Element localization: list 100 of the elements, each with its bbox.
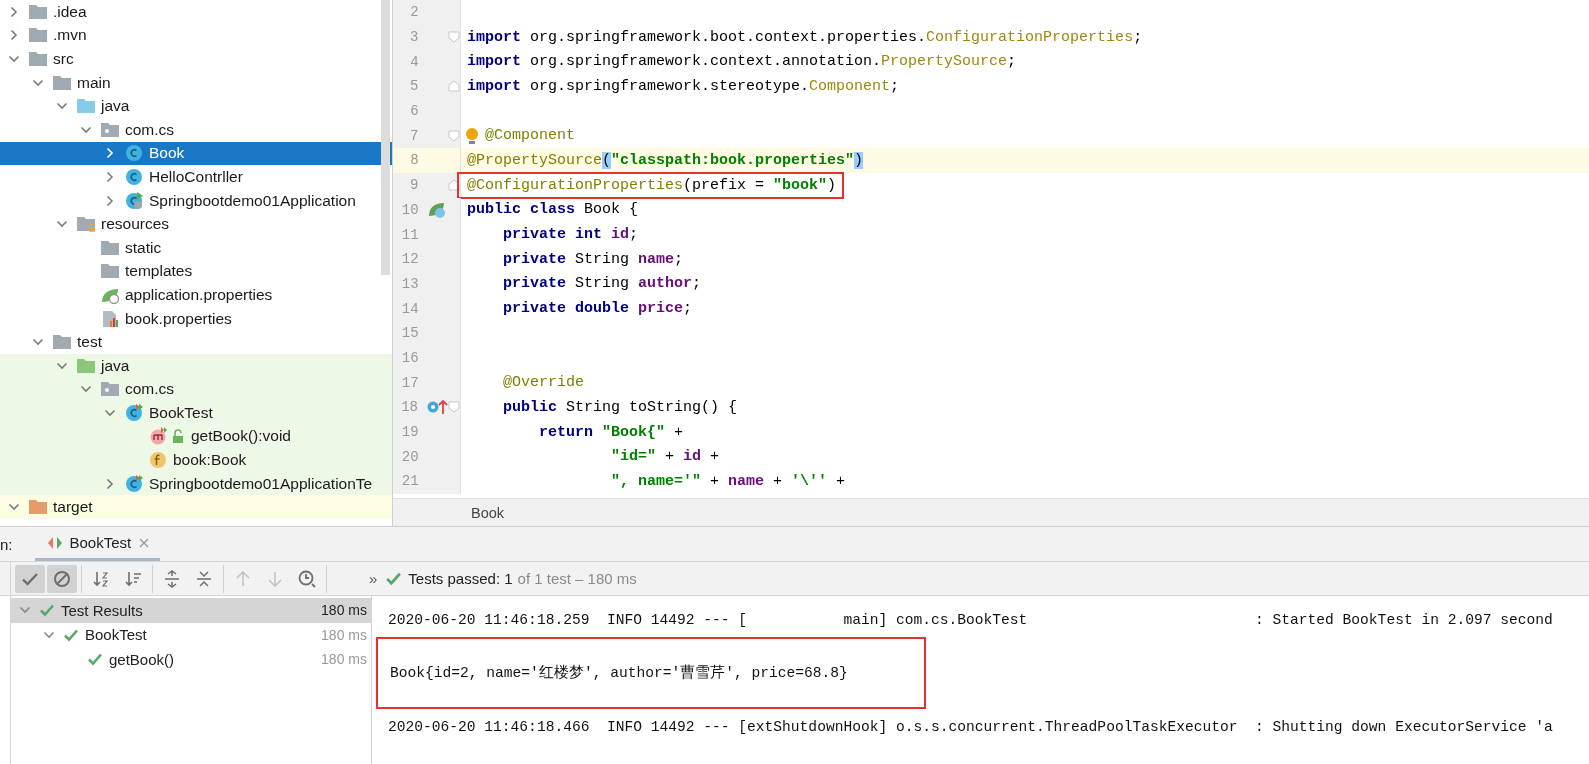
arrow-down-icon (266, 569, 284, 588)
tree-item[interactable]: com.cs (0, 117, 392, 142)
scrollbar[interactable] (381, 0, 390, 275)
tree-item-label: java (101, 97, 130, 116)
test-result-row[interactable]: BookTest 180 ms (11, 622, 371, 647)
code-line: @Component (485, 127, 575, 145)
test-duration: 180 ms (321, 626, 367, 643)
package-icon (100, 120, 120, 139)
tree-item-label: src (53, 50, 74, 68)
sort-icon (92, 569, 110, 588)
tree-item-label: templates (125, 262, 193, 281)
line-number: 17 (400, 374, 419, 391)
tree-item-label: java (101, 356, 130, 375)
line-number: 3 (409, 29, 419, 46)
more-button[interactable]: » (369, 570, 378, 587)
line-number: 15 (400, 325, 419, 342)
tree-item-label: .idea (53, 2, 87, 21)
line-number: 6 (409, 103, 419, 120)
class-icon (124, 167, 144, 186)
class-icon (124, 191, 144, 210)
tree-item-label: book:Book (173, 451, 247, 470)
tree-item-label: Springbootdemo01Application (149, 191, 356, 210)
tree-item[interactable]: com.cs (0, 377, 392, 402)
tree-item[interactable]: src (0, 47, 392, 71)
field-icon (148, 451, 168, 470)
tree-item-label: application.properties (125, 285, 273, 304)
close-icon[interactable] (138, 536, 151, 549)
folder-icon (28, 498, 48, 517)
collapse-all-icon (195, 569, 213, 588)
test-result-row[interactable]: Test Results 180 ms (11, 598, 371, 623)
line-number: 10 (400, 201, 419, 218)
console-line: 2020-06-20 11:46:18.466 INFO 14492 --- [extShutdownHook] o.s.s.concurrent.ThreadPoolTaskExecutor : Shutting down ExecutorService 'a (388, 718, 1554, 737)
toolbar-button[interactable] (15, 564, 45, 593)
test-duration: 180 ms (321, 651, 367, 668)
tree-item[interactable]: getBook():void (0, 424, 392, 449)
tree-item-label: book.properties (125, 309, 232, 328)
line-number: 20 (400, 448, 419, 465)
tree-item[interactable]: resources (0, 212, 392, 236)
test-status: Tests passed: 1 (408, 570, 513, 587)
line-number: 13 (400, 275, 419, 292)
folder-icon (28, 50, 48, 68)
code-line: ", name='" + name + '\'' + (610, 472, 846, 490)
test-duration: 180 ms (321, 602, 367, 619)
tree-item[interactable]: Springbootdemo01Application (0, 188, 392, 213)
panel-label: n: (0, 535, 13, 553)
code-line: private String author; (502, 275, 702, 293)
tree-item[interactable]: main (0, 70, 392, 95)
tree-item-label: com.cs (125, 380, 175, 399)
line-number: 4 (409, 53, 419, 70)
tree-item[interactable]: book.properties (0, 306, 392, 331)
breadcrumb[interactable]: Book (471, 504, 505, 521)
class-icon (124, 403, 144, 422)
tree-item-label: BookTest (149, 403, 213, 422)
test-name: BookTest (85, 626, 148, 644)
tree-item[interactable]: test (0, 330, 392, 354)
line-number: 21 (400, 473, 419, 490)
tree-item[interactable]: .idea (0, 0, 392, 24)
expand-all-icon (163, 569, 181, 588)
toolbar-button[interactable] (47, 564, 77, 593)
tree-item[interactable]: Springbootdemo01ApplicationTe (0, 471, 392, 496)
line-number: 12 (400, 251, 419, 268)
folder-icon (52, 73, 72, 92)
tree-item[interactable]: .mvn (0, 23, 392, 48)
folder-icon (100, 262, 120, 281)
class-icon (124, 474, 144, 493)
test-result-row[interactable]: getBook() 180 ms (11, 647, 371, 672)
clock-icon (298, 569, 316, 588)
tree-item[interactable]: java (0, 353, 392, 378)
tree-item[interactable]: Book (0, 141, 392, 166)
tree-item-label: resources (101, 215, 170, 234)
tree-item-label: static (125, 238, 162, 257)
tree-item-label: Book (149, 144, 185, 163)
tree-item[interactable]: HelloContrller (0, 165, 392, 189)
test-summary: of 1 test – 180 ms (517, 570, 637, 587)
code-line: import org.springframework.boot.context.properties.ConfigurationProperties; (467, 28, 1143, 46)
sort-icon (124, 569, 142, 588)
tree-item[interactable]: java (0, 94, 392, 118)
code-line: @Override (502, 374, 585, 392)
tree-item-label: .mvn (53, 26, 87, 45)
tree-item[interactable]: static (0, 235, 392, 260)
tree-item[interactable]: book:Book (0, 448, 392, 472)
tree-item-label: getBook():void (191, 427, 291, 446)
line-number: 11 (400, 226, 419, 243)
tree-item-label: Springbootdemo01ApplicationTe (149, 474, 373, 493)
tree-item[interactable]: templates (0, 259, 392, 284)
code-line: "id=" + id + (610, 448, 720, 466)
line-number: 19 (400, 424, 419, 441)
console-line: 2020-06-20 11:46:18.259 INFO 14492 --- [ main] com.cs.BookTest : Started BookTest in 2.097 second (388, 611, 1554, 630)
tree-item[interactable]: target (0, 495, 392, 520)
package-icon (100, 380, 120, 399)
line-number: 7 (409, 127, 419, 144)
tree-item[interactable]: application.properties (0, 283, 392, 307)
folder-icon (28, 26, 48, 45)
tree-item[interactable]: BookTest (0, 401, 392, 425)
line-number: 2 (409, 4, 419, 21)
folder-icon (28, 2, 48, 21)
line-number: 18 (400, 399, 418, 416)
class-icon (124, 144, 144, 163)
line-number: 5 (409, 78, 419, 95)
code-line: @PropertySource("classpath:book.properties") (467, 151, 864, 169)
